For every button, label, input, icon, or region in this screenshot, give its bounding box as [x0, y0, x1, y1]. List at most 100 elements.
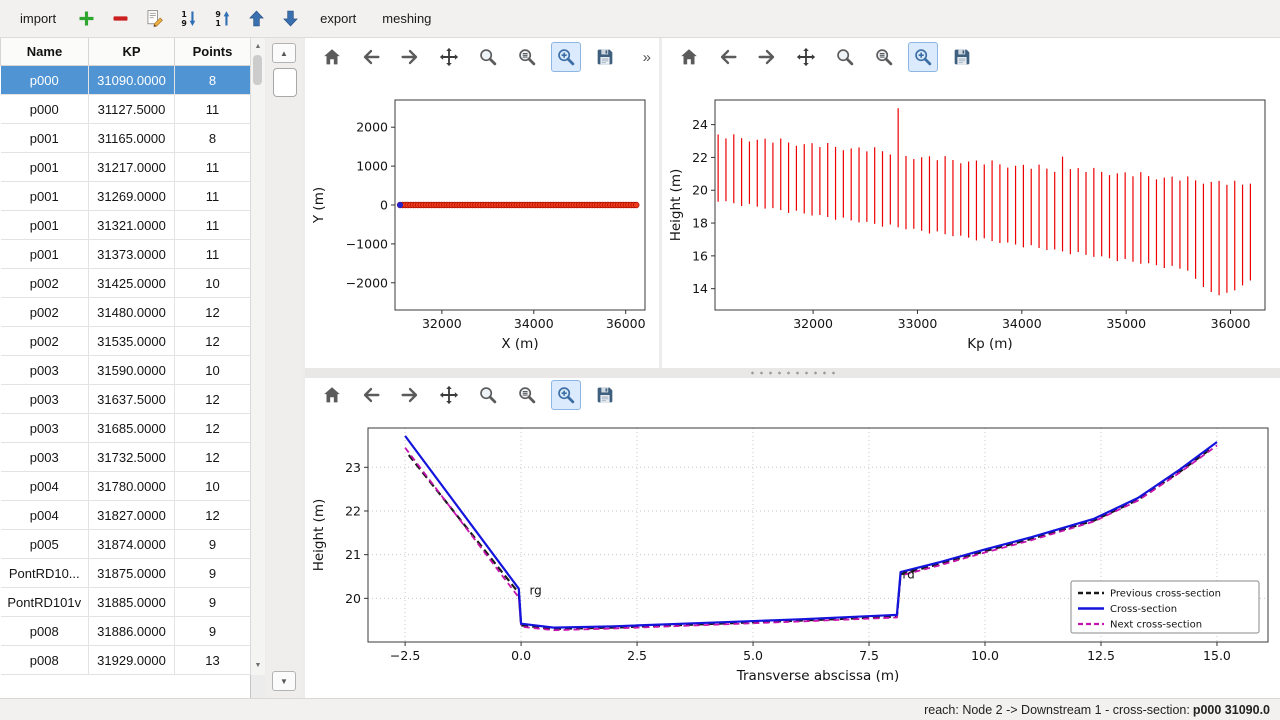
back-button[interactable]: [356, 42, 386, 72]
back-button[interactable]: [356, 380, 386, 410]
panel-scroll-up-button[interactable]: ▲: [272, 43, 296, 63]
toolbar-overflow-chevron[interactable]: »: [637, 47, 657, 68]
table-row[interactable]: p00131321.000011: [1, 211, 251, 240]
cell-points: 12: [175, 298, 251, 327]
zoom-button[interactable]: [473, 380, 503, 410]
export-button[interactable]: export: [310, 6, 366, 31]
edit-cross-section-button[interactable]: [140, 5, 168, 33]
zoom-button[interactable]: [473, 42, 503, 72]
column-header-points[interactable]: Points: [175, 38, 251, 66]
sort-descending-button[interactable]: [208, 5, 236, 33]
table-scrollbar-thumb[interactable]: [253, 55, 262, 85]
table-row[interactable]: p00131165.00008: [1, 124, 251, 153]
cell-points: 8: [175, 124, 251, 153]
cell-kp: 31886.0000: [89, 617, 175, 646]
cross-section-plot[interactable]: −2.50.02.55.07.510.012.515.020212223Tran…: [305, 412, 1280, 698]
panel-scrollbar[interactable]: ▲ ▼: [266, 38, 302, 698]
forward-button[interactable]: [395, 42, 425, 72]
forward-button[interactable]: [752, 42, 782, 72]
svg-text:2000: 2000: [356, 120, 388, 135]
table-row[interactable]: PontRD10...31875.00009: [1, 559, 251, 588]
table-row[interactable]: p00431780.000010: [1, 472, 251, 501]
table-row[interactable]: p00831886.00009: [1, 617, 251, 646]
cell-kp: 31165.0000: [89, 124, 175, 153]
pan-button[interactable]: [434, 42, 464, 72]
table-row[interactable]: p00531874.00009: [1, 530, 251, 559]
pan-icon: [795, 46, 817, 68]
sort-ascending-button[interactable]: [174, 5, 202, 33]
home-button[interactable]: [317, 380, 347, 410]
cell-name: p001: [1, 240, 89, 269]
trace-plot[interactable]: 320003400036000−2000−1000010002000X (m)Y…: [305, 76, 659, 368]
meshing-button[interactable]: meshing: [372, 6, 441, 31]
table-row[interactable]: p00231535.000012: [1, 327, 251, 356]
save-button[interactable]: [947, 42, 977, 72]
cell-points: 8: [175, 66, 251, 95]
table-row[interactable]: p00231480.000012: [1, 298, 251, 327]
customize-icon: [555, 46, 577, 68]
horizontal-splitter[interactable]: [305, 368, 1280, 378]
trace-plot-toolbar: »: [305, 38, 659, 76]
table-row[interactable]: p00331637.500012: [1, 385, 251, 414]
import-button[interactable]: import: [10, 6, 66, 31]
panel-scroll-down-button[interactable]: ▼: [272, 671, 296, 691]
home-button[interactable]: [674, 42, 704, 72]
back-button[interactable]: [713, 42, 743, 72]
subplots-button[interactable]: [512, 380, 542, 410]
svg-text:16: 16: [692, 248, 708, 263]
table-row[interactable]: p00331732.500012: [1, 443, 251, 472]
svg-text:rd: rd: [902, 568, 914, 582]
cell-points: 12: [175, 385, 251, 414]
column-header-name[interactable]: Name: [1, 38, 89, 66]
table-row[interactable]: p00231425.000010: [1, 269, 251, 298]
move-down-button[interactable]: [276, 5, 304, 33]
customize-button[interactable]: [551, 380, 581, 410]
save-icon: [594, 384, 616, 406]
cell-kp: 31217.0000: [89, 153, 175, 182]
forward-button[interactable]: [395, 380, 425, 410]
cell-points: 9: [175, 559, 251, 588]
remove-cross-section-button[interactable]: [106, 5, 134, 33]
cell-points: 11: [175, 211, 251, 240]
save-button[interactable]: [590, 42, 620, 72]
table-scroll-down-icon[interactable]: ▼: [251, 660, 265, 672]
pan-button[interactable]: [791, 42, 821, 72]
cell-name: p000: [1, 95, 89, 124]
save-button[interactable]: [590, 380, 620, 410]
table-scroll-up-icon[interactable]: ▲: [251, 41, 265, 53]
subplots-button[interactable]: [512, 42, 542, 72]
zoom-button[interactable]: [830, 42, 860, 72]
svg-text:20: 20: [345, 591, 361, 606]
table-row[interactable]: PontRD101v31885.00009: [1, 588, 251, 617]
cell-kp: 31373.0000: [89, 240, 175, 269]
table-row[interactable]: p00331590.000010: [1, 356, 251, 385]
table-row[interactable]: p00331685.000012: [1, 414, 251, 443]
svg-text:34000: 34000: [1002, 316, 1042, 331]
table-row[interactable]: p00131269.000011: [1, 182, 251, 211]
home-button[interactable]: [317, 42, 347, 72]
table-scrollbar[interactable]: ▲ ▼: [250, 38, 265, 675]
table-row[interactable]: p00031090.00008: [1, 66, 251, 95]
svg-text:32000: 32000: [793, 316, 833, 331]
table-row[interactable]: p00131217.000011: [1, 153, 251, 182]
table-row[interactable]: p00831929.000013: [1, 646, 251, 675]
pan-button[interactable]: [434, 380, 464, 410]
svg-text:14: 14: [692, 281, 708, 296]
cell-name: p004: [1, 472, 89, 501]
svg-text:Y (m): Y (m): [311, 187, 327, 224]
subplots-button[interactable]: [869, 42, 899, 72]
status-bar: reach: Node 2 -> Downstream 1 - cross-se…: [0, 698, 1280, 720]
customize-button[interactable]: [551, 42, 581, 72]
svg-text:7.5: 7.5: [859, 648, 879, 663]
customize-button[interactable]: [908, 42, 938, 72]
panel-scrollbar-thumb[interactable]: [273, 68, 297, 97]
status-current-section: p000 31090.0: [1193, 703, 1270, 717]
add-cross-section-button[interactable]: [72, 5, 100, 33]
move-up-button[interactable]: [242, 5, 270, 33]
longitudinal-plot[interactable]: 3200033000340003500036000141618202224Kp …: [662, 76, 1280, 368]
table-row[interactable]: p00131373.000011: [1, 240, 251, 269]
column-header-kp[interactable]: KP: [89, 38, 175, 66]
cell-kp: 31535.0000: [89, 327, 175, 356]
table-row[interactable]: p00431827.000012: [1, 501, 251, 530]
table-row[interactable]: p00031127.500011: [1, 95, 251, 124]
